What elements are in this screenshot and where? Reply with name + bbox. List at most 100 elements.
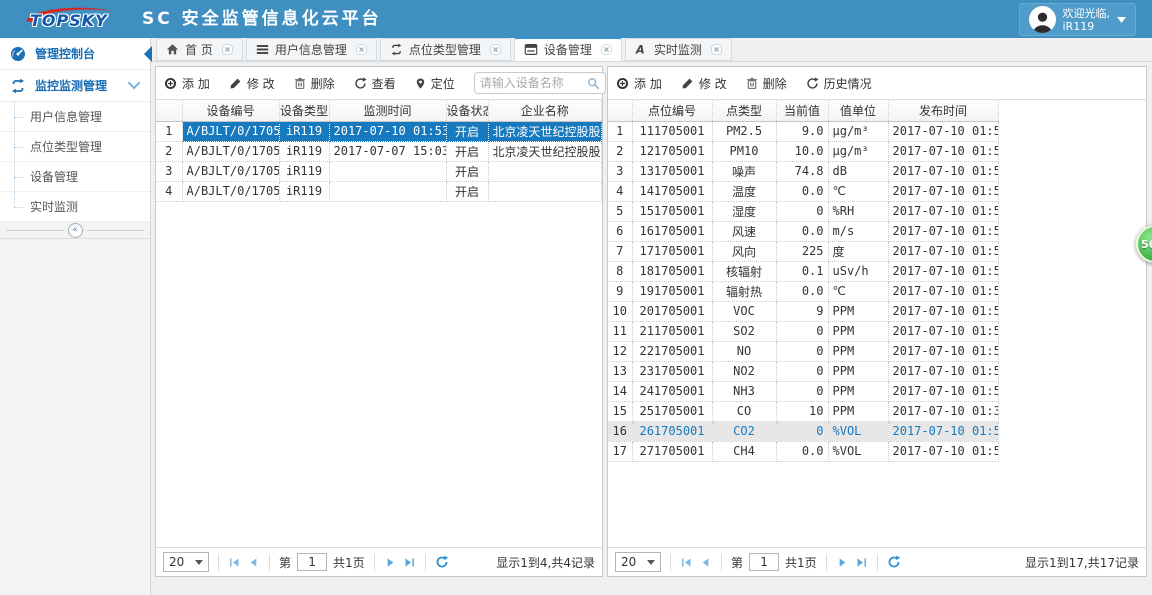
tab-device-mgmt[interactable]: 设备管理: [513, 37, 622, 61]
table-row[interactable]: 1A/BJLT/0/1705001iR1192017-07-10 01:53:2…: [156, 121, 602, 142]
table-row[interactable]: 12221705001NO0PPM2017-07-10 01:53:21: [608, 341, 999, 362]
edit-button[interactable]: 修 改: [681, 75, 727, 92]
table-row[interactable]: 1111705001PM2.59.0μg/m³2017-07-10 01:53:…: [608, 121, 999, 142]
add-button[interactable]: 添 加: [164, 75, 210, 92]
column-header[interactable]: 设备类型: [279, 100, 330, 122]
table-row[interactable]: 4141705001温度0.0℃2017-07-10 01:53:22: [608, 181, 999, 202]
reload-button[interactable]: [435, 555, 449, 569]
close-icon[interactable]: [356, 44, 367, 55]
cell-point: 251705001: [632, 401, 713, 422]
column-header[interactable]: 企业名称: [488, 100, 602, 122]
tab-point-type[interactable]: 点位类型管理: [379, 38, 511, 61]
sidebar-item-point-type[interactable]: 点位类型管理: [0, 132, 150, 162]
column-header[interactable]: 设备状态: [446, 100, 489, 122]
table-row[interactable]: 4A/BJLT/0/1705004iR119 开启: [156, 181, 602, 202]
cell-time: [329, 181, 447, 202]
trash-icon: [294, 77, 305, 89]
cell-num: 6: [608, 221, 633, 242]
cell-status: 开启: [446, 121, 489, 142]
reload-button[interactable]: [887, 555, 901, 569]
column-header[interactable]: 值单位: [828, 100, 889, 122]
cell-unit: ℃: [828, 281, 889, 302]
table-row[interactable]: 10201705001VOC9PPM2017-07-10 01:53:22: [608, 301, 999, 322]
column-header[interactable]: 设备编号: [182, 100, 280, 122]
table-row[interactable]: 15251705001CO10PPM2017-07-10 01:37:01: [608, 401, 999, 422]
table-row[interactable]: 9191705001辐射热0.0℃2017-07-10 01:53:21: [608, 281, 999, 302]
sidebar-group-monitoring[interactable]: 监控监测管理: [0, 70, 150, 102]
next-page-button[interactable]: [836, 556, 849, 569]
search-icon[interactable]: [587, 77, 600, 90]
last-page-button[interactable]: [855, 556, 868, 569]
collapse-button[interactable]: «: [67, 222, 83, 238]
page-size-select[interactable]: 20: [163, 552, 209, 572]
table-row[interactable]: 11211705001SO20PPM2017-07-10 01:53:22: [608, 321, 999, 342]
column-header[interactable]: 点位编号: [632, 100, 713, 122]
sidebar-item-realtime[interactable]: 实时监测: [0, 192, 150, 222]
delete-button[interactable]: 删除: [294, 75, 335, 92]
cell-type: iR119: [279, 121, 330, 142]
device-table-header: 设备编号 设备类型 监测时间 设备状态 企业名称: [156, 100, 602, 122]
device-table-area: 设备编号 设备类型 监测时间 设备状态 企业名称 1A/BJLT/0/17050…: [156, 100, 602, 547]
table-row[interactable]: 3131705001噪声74.8dB2017-07-10 01:53:22: [608, 161, 999, 182]
sidebar-item-device-mgmt[interactable]: 设备管理: [0, 162, 150, 192]
chevron-down-icon: [128, 81, 140, 89]
column-header[interactable]: 当前值: [776, 100, 829, 122]
cell-company: 北京凌天世纪控股股份有限: [488, 121, 602, 142]
cell-company: 北京凌天世纪控股股份有限: [488, 141, 602, 162]
cell-unit: 度: [828, 241, 889, 262]
table-row[interactable]: 5151705001湿度0%RH2017-07-10 01:53:22: [608, 201, 999, 222]
table-row[interactable]: 16261705001CO20%VOL2017-07-10 01:53:22: [608, 421, 999, 442]
table-row[interactable]: 2121705001PM1010.0μg/m³2017-07-10 01:53:…: [608, 141, 999, 162]
cell-value: 225: [776, 241, 829, 262]
cell-ptype: 湿度: [712, 201, 777, 222]
table-row[interactable]: 2A/BJLT/0/1705002iR1192017-07-07 15:03:0…: [156, 141, 602, 162]
last-page-button[interactable]: [403, 556, 416, 569]
cell-status: 开启: [446, 181, 489, 202]
page-number-input[interactable]: [297, 553, 328, 571]
next-page-button[interactable]: [384, 556, 397, 569]
cell-value: 9.0: [776, 121, 829, 142]
prev-page-button[interactable]: [247, 556, 260, 569]
delete-button[interactable]: 删除: [746, 75, 787, 92]
column-header[interactable]: 点类型: [712, 100, 777, 122]
cell-time: 2017-07-10 01:53:21: [888, 381, 999, 402]
tab-realtime-monitor[interactable]: A 实时监测: [624, 38, 732, 61]
table-row[interactable]: 13231705001NO20PPM2017-07-10 01:53:22: [608, 361, 999, 382]
view-button[interactable]: 查看: [354, 75, 396, 92]
table-row[interactable]: 14241705001NH30PPM2017-07-10 01:53:21: [608, 381, 999, 402]
cell-time: 2017-07-10 01:53:21: [888, 441, 999, 462]
table-row[interactable]: 3A/BJLT/0/1705003iR119 开启: [156, 161, 602, 182]
user-menu[interactable]: 欢迎光临, iR119: [1018, 3, 1136, 36]
table-row[interactable]: 17271705001CH40.0%VOL2017-07-10 01:53:21: [608, 441, 999, 462]
page-total-label: 共1页: [333, 555, 365, 570]
table-row[interactable]: 7171705001风向225度2017-07-10 01:53:21: [608, 241, 999, 262]
column-header-num: [156, 100, 183, 122]
add-button[interactable]: 添 加: [616, 75, 662, 92]
sidebar-group-console[interactable]: 管理控制台: [0, 38, 150, 70]
close-icon[interactable]: [711, 44, 722, 55]
tab-home[interactable]: 首 页: [156, 38, 243, 61]
cell-time: [329, 161, 447, 182]
edit-button[interactable]: 修 改: [229, 75, 275, 92]
column-header[interactable]: 发布时间: [888, 100, 999, 122]
first-page-button[interactable]: [680, 556, 693, 569]
cell-unit: μg/m³: [828, 141, 889, 162]
cell-value: 0.0: [776, 181, 829, 202]
close-icon[interactable]: [490, 44, 501, 55]
close-icon[interactable]: [222, 44, 233, 55]
device-search-input[interactable]: [479, 76, 587, 90]
device-search-box: [473, 72, 606, 94]
page-size-select[interactable]: 20: [615, 552, 661, 572]
cell-unit: μg/m³: [828, 121, 889, 142]
column-header[interactable]: 监测时间: [329, 100, 447, 122]
prev-page-button[interactable]: [699, 556, 712, 569]
table-row[interactable]: 6161705001风速0.0m/s2017-07-10 01:53:21: [608, 221, 999, 242]
history-button[interactable]: 历史情况: [806, 75, 872, 92]
tab-user-info[interactable]: 用户信息管理: [245, 38, 377, 61]
table-row[interactable]: 8181705001核辐射0.1uSv/h2017-07-10 01:53:21: [608, 261, 999, 282]
locate-button[interactable]: 定位: [415, 75, 455, 92]
page-number-input[interactable]: [749, 553, 780, 571]
first-page-button[interactable]: [228, 556, 241, 569]
sidebar-item-user-info[interactable]: 用户信息管理: [0, 102, 150, 132]
close-icon[interactable]: [601, 44, 612, 55]
